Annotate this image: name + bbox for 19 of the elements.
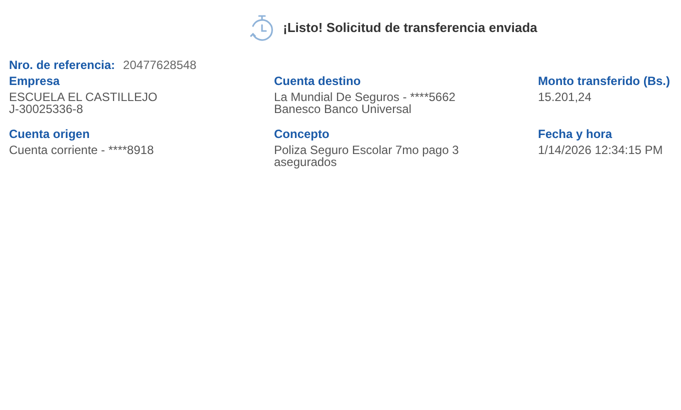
field-label: Fecha y hora	[538, 127, 614, 141]
field-label: Concepto	[274, 127, 330, 141]
field-value: 1/14/2026 12:34:15 PM	[538, 144, 664, 156]
field-label: Nro. de referencia:	[9, 57, 116, 74]
field-label: Cuenta origen	[9, 127, 91, 141]
field-value: Banesco Banco Universal	[274, 103, 412, 115]
field-label: Empresa	[9, 74, 61, 88]
field-value: asegurados	[274, 156, 337, 168]
field-value: J-30025336-8	[9, 103, 84, 115]
timer-icon	[249, 14, 275, 42]
field-label: Cuenta destino	[274, 74, 362, 88]
field-value: ESCUELA EL CASTILLEJO	[9, 91, 158, 103]
success-title: ¡Listo! Solicitud de transferencia enviada	[283, 19, 538, 38]
field-value: 20477628548	[123, 57, 196, 74]
field-value: Cuenta corriente - ****8918	[9, 144, 155, 156]
field-value: La Mundial De Seguros - ****5662	[274, 91, 456, 103]
field-label: Monto transferido (Bs.)	[538, 74, 671, 88]
field-value: 15.201,24	[538, 91, 592, 103]
field-value: Poliza Seguro Escolar 7mo pago 3	[274, 144, 460, 156]
